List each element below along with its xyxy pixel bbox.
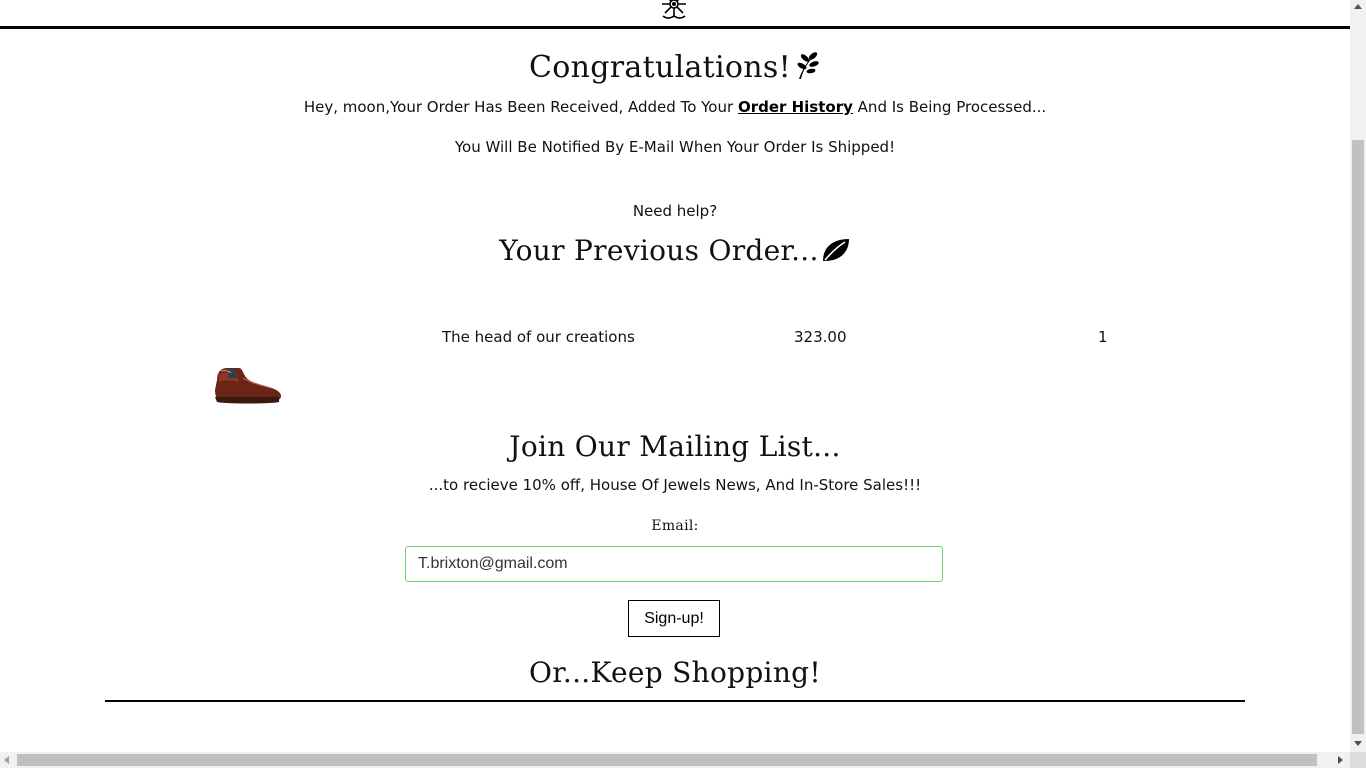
mailing-list-subtitle: ...to recieve 10% off, House Of Jewels N… (428, 476, 922, 494)
order-item-name: The head of our creations (442, 328, 635, 346)
scroll-up-arrow-icon[interactable] (1354, 4, 1362, 9)
previous-order-title: Your Previous Order... (499, 234, 819, 267)
horizontal-scroll-thumb[interactable] (17, 754, 1317, 766)
previous-order-heading: Your Previous Order... (0, 234, 1350, 267)
mailing-list-title: Join Our Mailing List... (509, 430, 841, 463)
order-item-quantity: 1 (1098, 328, 1108, 346)
greeting-suffix: And Is Being Processed... (852, 98, 1047, 116)
order-received-message: Hey, moon,Your Order Has Been Received, … (0, 98, 1350, 116)
need-help-text[interactable]: Need help? (0, 202, 1350, 220)
page: Congratulations! Hey, moon,Your Order Ha… (0, 0, 1350, 752)
order-history-link[interactable]: Order History (738, 98, 853, 116)
vertical-scrollbar[interactable] (1350, 0, 1366, 752)
keep-shopping-title[interactable]: Or...Keep Shopping! (0, 656, 1350, 689)
brown-leather-boot-icon[interactable] (213, 364, 283, 406)
email-input[interactable] (405, 546, 943, 582)
leaf-icon (822, 239, 849, 261)
sign-up-button[interactable]: Sign-up! (628, 600, 720, 637)
order-item-price: 323.00 (794, 328, 847, 346)
top-header-bar (0, 0, 1350, 29)
vertical-scroll-thumb[interactable] (1352, 140, 1364, 734)
flower-logo-icon[interactable] (653, 0, 695, 24)
leaf-sprig-icon (797, 52, 819, 79)
mailing-list-heading: Join Our Mailing List... (0, 430, 1350, 463)
scroll-down-arrow-icon[interactable] (1354, 741, 1362, 746)
congratulations-title: Congratulations! (529, 50, 791, 85)
email-label: Email: (651, 518, 699, 534)
keep-shopping-heading: Or...Keep Shopping! (0, 656, 1350, 689)
scroll-left-arrow-icon[interactable] (4, 756, 9, 764)
congratulations-heading: Congratulations! (0, 50, 1350, 85)
greeting-prefix: Hey, moon,Your Order Has Been Received, … (303, 98, 738, 116)
scrollbar-corner (1350, 752, 1366, 768)
shipping-notice: You Will Be Notified By E-Mail When Your… (454, 138, 896, 156)
footer-divider (105, 700, 1245, 702)
horizontal-scrollbar[interactable] (0, 752, 1350, 768)
scroll-right-arrow-icon[interactable] (1338, 756, 1343, 764)
